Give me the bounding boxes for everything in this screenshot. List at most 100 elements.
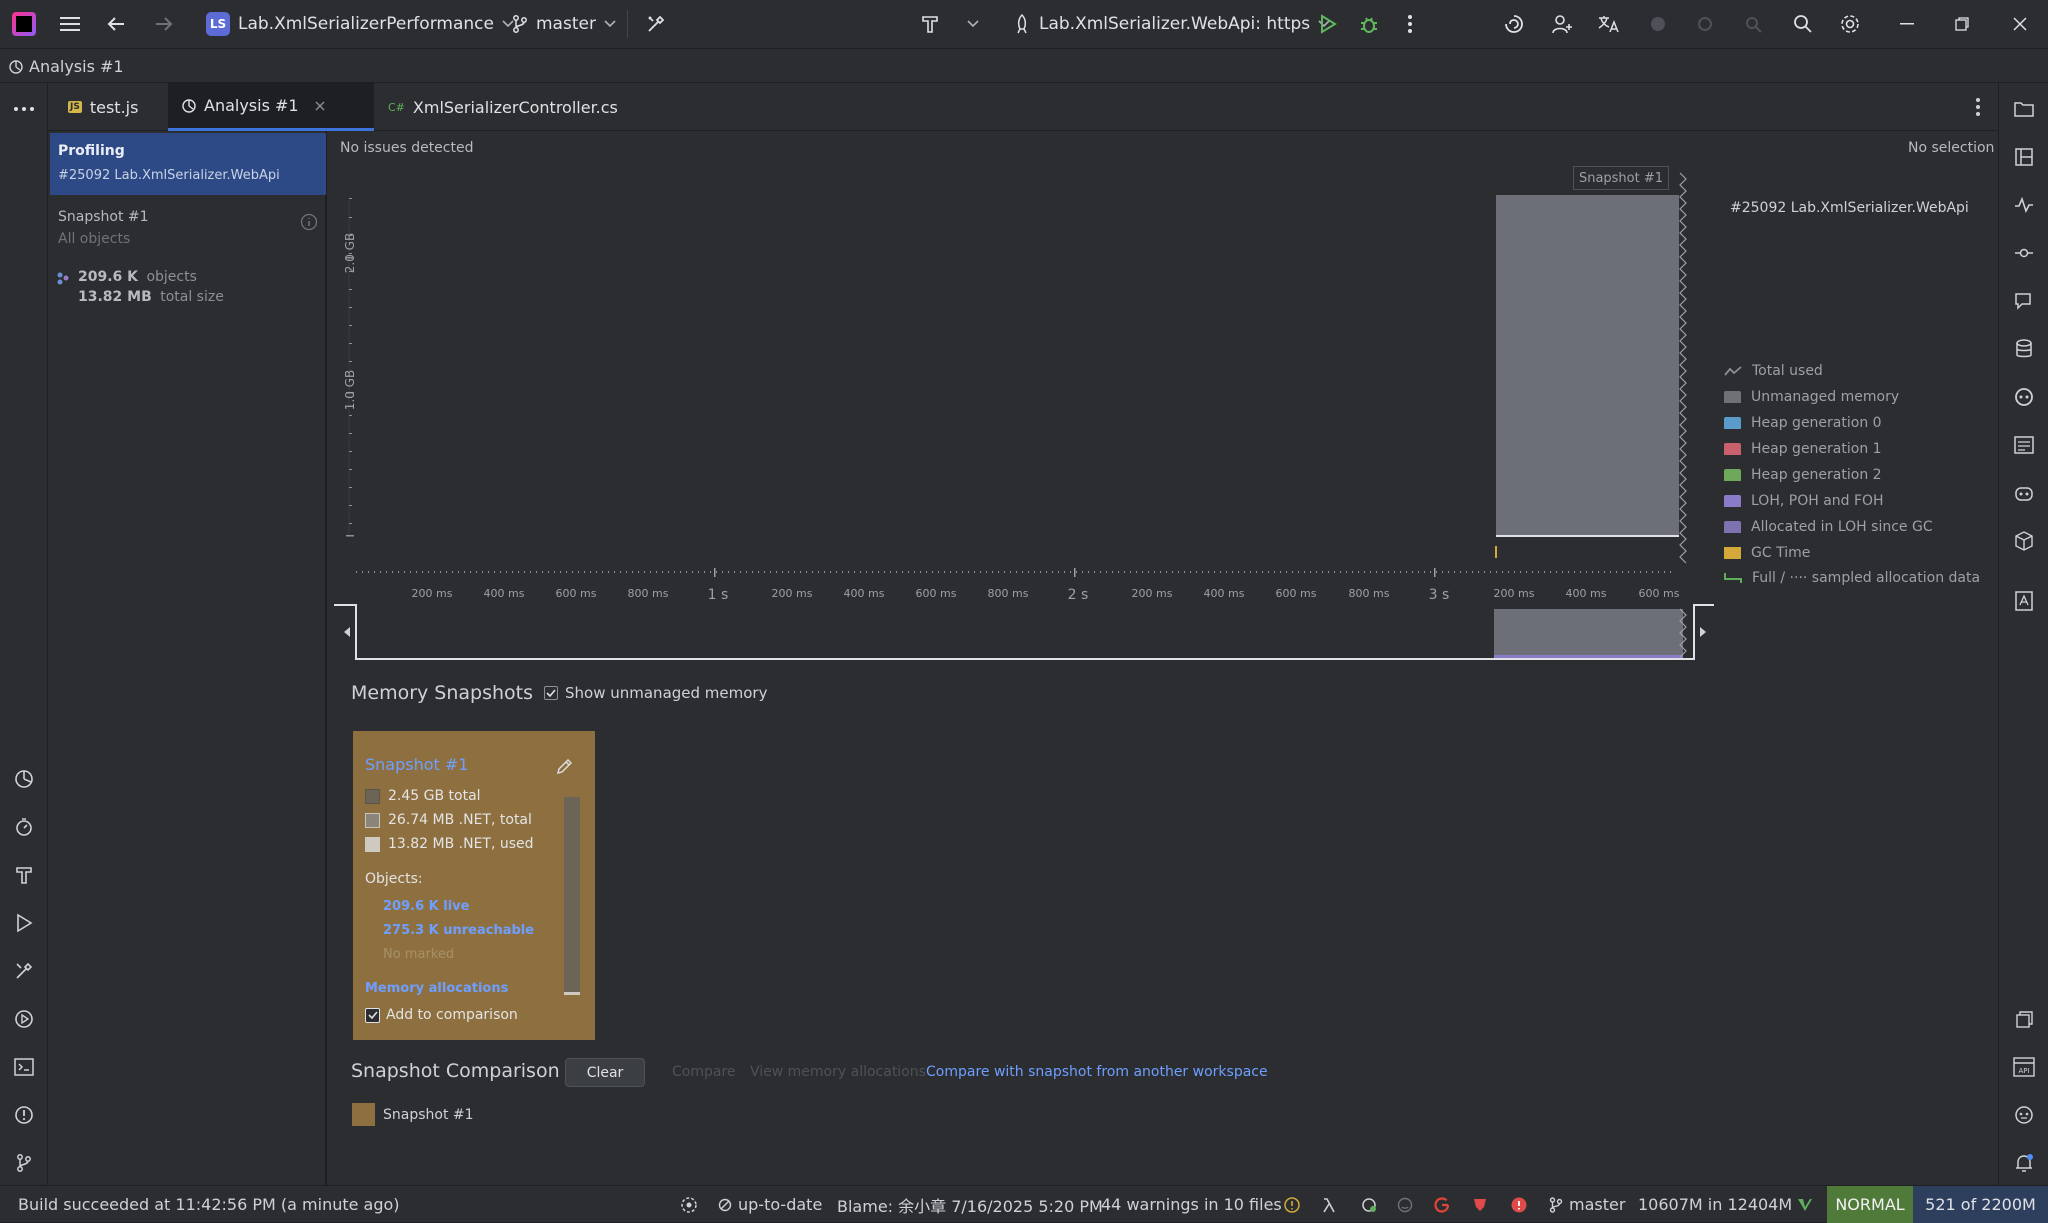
copilot-chat-icon[interactable] — [2012, 481, 2036, 505]
translate-icon[interactable] — [1596, 12, 1622, 36]
legend-item[interactable]: LOH, POH and FOH — [1724, 493, 1884, 509]
scroll-left-arrow-icon[interactable] — [342, 626, 352, 638]
package-icon[interactable] — [2012, 529, 2036, 553]
main-menu-icon[interactable] — [58, 12, 82, 36]
problems-icon[interactable] — [12, 1103, 36, 1127]
snapshot-item[interactable]: Snapshot #1 All objects — [58, 209, 320, 259]
version-control-icon[interactable] — [12, 1151, 36, 1175]
assistant-face-icon[interactable] — [2012, 1103, 2036, 1127]
forward-arrow-icon[interactable] — [152, 12, 176, 36]
legend-item[interactable]: Heap generation 1 — [1724, 441, 1882, 457]
smiley-icon[interactable] — [1397, 1186, 1413, 1223]
legend-item[interactable]: Full / ···· sampled allocation data — [1724, 570, 1980, 586]
ai-assistant-icon[interactable] — [1502, 12, 1526, 36]
project-selector[interactable]: LS Lab.XmlSerializerPerformance — [206, 10, 514, 38]
more-horizontal-icon[interactable] — [12, 99, 36, 119]
close-tab-icon[interactable] — [315, 101, 325, 111]
services-play-icon[interactable] — [12, 1007, 36, 1031]
show-unmanaged-toggle[interactable]: Show unmanaged memory — [544, 684, 767, 702]
live-objects-link[interactable]: 209.6 K live — [383, 899, 469, 914]
tab-options-more-icon[interactable] — [1968, 97, 1988, 117]
vim-mode-badge[interactable]: NORMAL — [1827, 1186, 1913, 1223]
info-icon[interactable] — [300, 213, 318, 231]
snapshot-card[interactable]: Snapshot #1 2.45 GB total 26.74 MB .NET,… — [353, 731, 595, 1040]
timeline-overview-scroller[interactable] — [334, 604, 1714, 660]
folder-icon[interactable] — [2012, 97, 2036, 121]
build-hammer-icon[interactable] — [918, 12, 942, 36]
unreachable-objects-link[interactable]: 275.3 K unreachable — [383, 923, 534, 938]
breadcrumb-label[interactable]: Analysis #1 — [29, 57, 124, 76]
legend-item[interactable]: Unmanaged memory — [1724, 389, 1899, 405]
compare-button[interactable]: Compare — [672, 1064, 736, 1080]
error-icon[interactable] — [1511, 1186, 1527, 1223]
ai-chat-icon[interactable] — [2012, 385, 2036, 409]
legend-item[interactable]: Heap generation 2 — [1724, 467, 1882, 483]
snapshot-marker-label[interactable]: Snapshot #1 — [1573, 166, 1669, 190]
cursor-position[interactable]: 521 of 2200M — [1913, 1186, 2048, 1223]
comparison-snapshot-item[interactable]: Snapshot #1 — [352, 1103, 474, 1126]
back-arrow-icon[interactable] — [104, 12, 128, 36]
profiler-icon[interactable] — [12, 767, 36, 791]
blame-status[interactable]: Blame: 余小章 7/16/2025 5:20 PM — [837, 1186, 1103, 1223]
inspect-icon[interactable] — [1741, 12, 1765, 36]
google-icon[interactable] — [1434, 1186, 1450, 1223]
memory-indicator[interactable]: 10607M in 12404M — [1638, 1186, 1792, 1223]
build-status[interactable]: Build succeeded at 11:42:56 PM (a minute… — [18, 1186, 400, 1223]
more-vertical-icon[interactable] — [1398, 12, 1422, 36]
add-to-comparison-toggle[interactable]: Add to comparison — [365, 1007, 518, 1023]
memory-allocations-link[interactable]: Memory allocations — [365, 981, 508, 996]
api-icon[interactable]: API — [2012, 1055, 2036, 1079]
edit-pencil-icon[interactable] — [556, 757, 574, 775]
shield-icon[interactable] — [1472, 1186, 1488, 1223]
run-configuration-selector[interactable]: Lab.XmlSerializer.WebApi: https — [1013, 10, 1330, 38]
up-to-date-status[interactable]: up-to-date — [718, 1186, 822, 1223]
close-window-icon[interactable] — [2008, 12, 2032, 36]
legend-item[interactable]: GC Time — [1724, 545, 1810, 561]
debug-bug-icon[interactable] — [1357, 12, 1381, 36]
memory-timeline-chart[interactable] — [336, 165, 1696, 605]
run-play-icon[interactable] — [1316, 12, 1340, 36]
extension-icon[interactable] — [1693, 12, 1717, 36]
database-icon[interactable] — [2012, 337, 2036, 361]
copilot-icon[interactable] — [1646, 12, 1670, 36]
scroll-right-arrow-icon[interactable] — [1698, 626, 1708, 638]
activity-icon[interactable] — [2012, 193, 2036, 217]
build-icon[interactable] — [12, 863, 36, 887]
legend-item[interactable]: Allocated in LOH since GC — [1724, 519, 1933, 535]
legend-item[interactable]: Total used — [1724, 363, 1823, 379]
warning-icon[interactable] — [1284, 1186, 1300, 1223]
commit-icon[interactable] — [2012, 241, 2036, 265]
build-dropdown-chevron-icon[interactable] — [963, 12, 983, 36]
chat-icon[interactable] — [2012, 289, 2036, 313]
app-logo-icon[interactable] — [12, 12, 36, 36]
compare-other-workspace-link[interactable]: Compare with snapshot from another works… — [926, 1064, 1268, 1080]
restore-window-icon[interactable] — [1950, 12, 1974, 36]
run-icon[interactable] — [12, 911, 36, 935]
resharper-icon[interactable] — [680, 1186, 698, 1223]
warnings-status[interactable]: 44 warnings in 10 files — [1101, 1186, 1282, 1223]
branch-selector[interactable]: master — [512, 10, 616, 38]
settings-gear-icon[interactable] — [1838, 12, 1862, 36]
git-branch-status[interactable]: master — [1549, 1186, 1625, 1223]
tab-xmlserializercontroller[interactable]: C# XmlSerializerController.cs — [374, 83, 632, 131]
cloud-sync-icon[interactable] — [1360, 1186, 1378, 1223]
lambda-icon[interactable] — [1322, 1186, 1336, 1223]
search-icon[interactable] — [1791, 12, 1815, 36]
legend-item[interactable]: Heap generation 0 — [1724, 415, 1882, 431]
structure-icon[interactable] — [2012, 145, 2036, 169]
notifications-bell-icon[interactable] — [2012, 1151, 2036, 1175]
terminal-icon[interactable] — [12, 1055, 36, 1079]
add-user-icon[interactable] — [1550, 12, 1574, 36]
notes-icon[interactable] — [2012, 433, 2036, 457]
tab-analysis[interactable]: Analysis #1 — [168, 83, 374, 131]
coverage-icon[interactable] — [2012, 1007, 2036, 1031]
vim-icon[interactable] — [1797, 1186, 1813, 1223]
documentation-icon[interactable] — [2012, 589, 2036, 613]
clear-button[interactable]: Clear — [565, 1058, 645, 1087]
tab-test-js[interactable]: JS test.js — [54, 83, 152, 131]
tools-icon[interactable] — [644, 12, 668, 36]
profiling-session-item[interactable]: Profiling #25092 Lab.XmlSerializer.WebAp… — [50, 133, 326, 195]
view-memory-allocations-link[interactable]: View memory allocations — [750, 1064, 926, 1080]
timer-icon[interactable] — [12, 815, 36, 839]
snapshot-card-title[interactable]: Snapshot #1 — [365, 755, 468, 774]
